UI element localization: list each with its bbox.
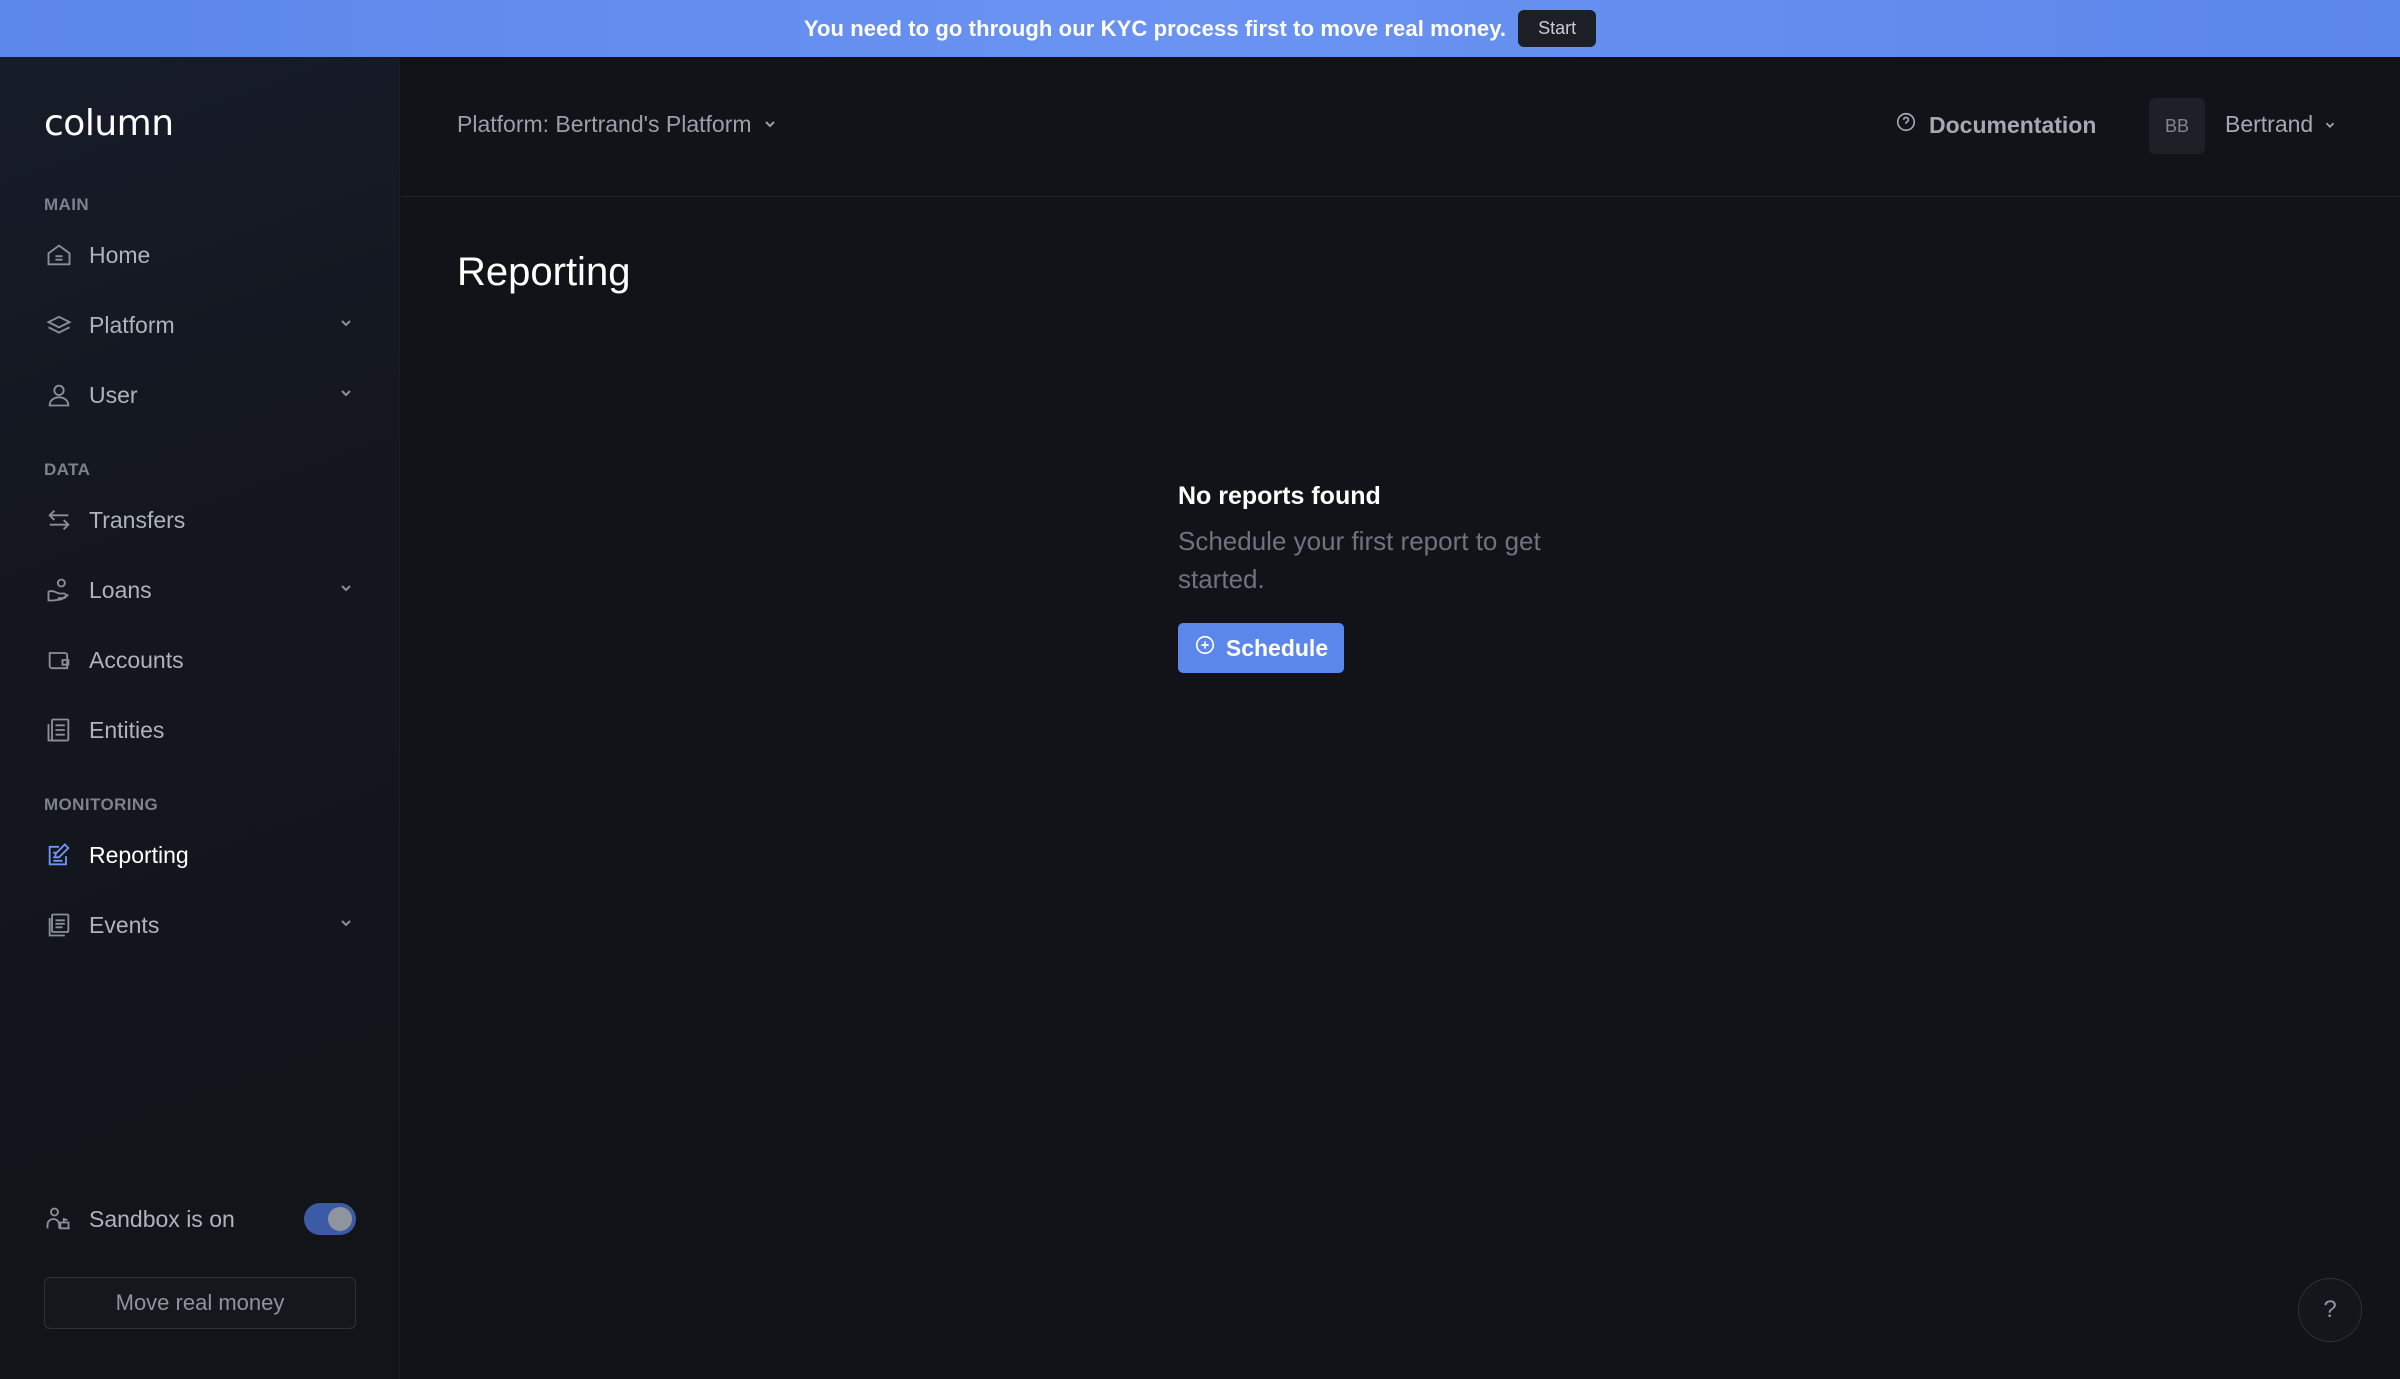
kyc-banner-text: You need to go through our KYC process f… [803, 15, 1507, 41]
sidebar-item-events[interactable]: Events [44, 903, 354, 947]
sidebar-item-label: Reporting [89, 841, 189, 868]
move-real-money-button[interactable]: Move real money [44, 1277, 356, 1329]
sidebar-item-label: Events [89, 911, 160, 938]
chevron-down-icon [338, 580, 354, 601]
sidebar-item-label: Loans [89, 576, 152, 603]
kyc-banner: You need to go through our KYC process f… [0, 0, 2400, 57]
sidebar-item-loans[interactable]: Loans [44, 568, 354, 612]
document-list-icon [44, 715, 74, 745]
top-header: Platform: Bertrand's Platform Documentat… [401, 57, 2400, 197]
page-title: Reporting [457, 250, 631, 294]
schedule-button[interactable]: Schedule [1178, 623, 1344, 673]
sidebar: column MAIN Home Platform User DATA Tran… [0, 57, 400, 1379]
sidebar-item-label: User [89, 381, 138, 408]
user-name: Bertrand [2225, 111, 2314, 137]
transfer-arrows-icon [44, 505, 74, 535]
sandbox-row: Sandbox is on [44, 1197, 356, 1241]
toggle-knob [328, 1207, 352, 1231]
sidebar-item-reporting[interactable]: Reporting [44, 833, 354, 877]
sidebar-item-label: Platform [89, 311, 175, 338]
events-icon [44, 910, 74, 940]
sidebar-item-label: Home [89, 241, 151, 268]
schedule-label: Schedule [1225, 634, 1329, 661]
plus-circle-icon [1194, 634, 1216, 662]
kyc-start-button[interactable]: Start [1518, 10, 1597, 47]
section-label-data: DATA [44, 460, 91, 479]
chevron-down-icon [338, 915, 354, 936]
sandbox-icon [44, 1204, 74, 1234]
avatar[interactable]: BB [2149, 98, 2205, 154]
user-icon [44, 380, 74, 410]
chevron-down-icon [338, 315, 354, 336]
hand-coin-icon [44, 575, 74, 605]
sidebar-item-label: Transfers [89, 506, 186, 533]
platform-selector-label: Platform: Bertrand's Platform [457, 111, 752, 137]
report-edit-icon [44, 840, 74, 870]
documentation-link[interactable]: Documentation [1895, 111, 2096, 139]
user-menu[interactable]: Bertrand [2225, 111, 2337, 138]
chevron-down-icon [338, 385, 354, 406]
logo[interactable]: column [44, 103, 174, 144]
section-label-main: MAIN [44, 195, 90, 214]
section-label-monitoring: MONITORING [44, 795, 159, 814]
wallet-icon [44, 645, 74, 675]
sidebar-item-label: Accounts [89, 646, 184, 673]
sidebar-item-label: Entities [89, 716, 165, 743]
sidebar-item-entities[interactable]: Entities [44, 708, 354, 752]
documentation-label: Documentation [1929, 111, 2097, 138]
sandbox-toggle[interactable] [304, 1203, 356, 1235]
sidebar-item-home[interactable]: Home [44, 233, 354, 277]
home-icon [44, 240, 74, 270]
sandbox-label: Sandbox is on [89, 1205, 235, 1232]
sidebar-item-user[interactable]: User [44, 373, 354, 417]
help-button[interactable]: ? [2298, 1278, 2362, 1342]
empty-state-description: Schedule your first report to get starte… [1178, 526, 1541, 594]
empty-state-title: No reports found [1178, 482, 1381, 510]
sidebar-item-platform[interactable]: Platform [44, 303, 354, 347]
sidebar-item-transfers[interactable]: Transfers [44, 498, 354, 542]
chevron-down-icon [762, 111, 778, 138]
platform-selector[interactable]: Platform: Bertrand's Platform [457, 111, 778, 138]
chevron-down-icon [2323, 111, 2337, 138]
sidebar-item-accounts[interactable]: Accounts [44, 638, 354, 682]
layers-icon [44, 310, 74, 340]
help-circle-icon [1895, 111, 1917, 139]
